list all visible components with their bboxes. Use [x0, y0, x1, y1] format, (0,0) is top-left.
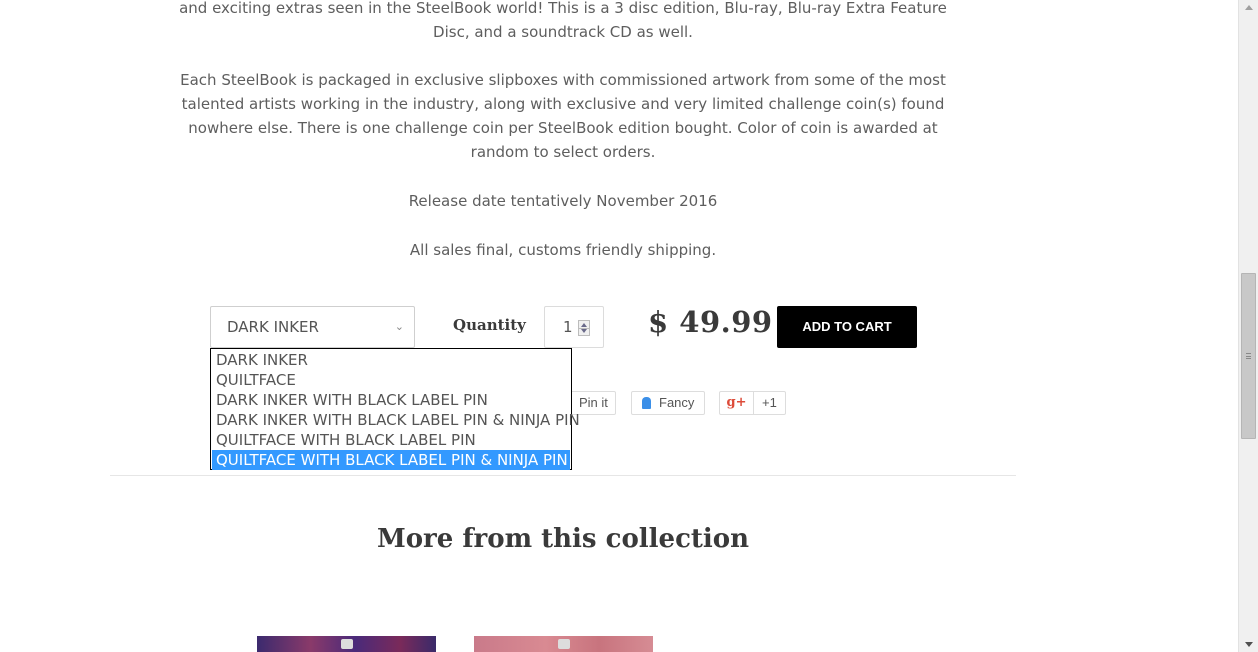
- add-to-cart-button[interactable]: ADD TO CART: [777, 306, 917, 348]
- google-plus-button[interactable]: g+ +1: [719, 391, 786, 415]
- description-paragraph-packaging: Each SteelBook is packaged in exclusive …: [180, 71, 946, 161]
- scroll-up-arrow-icon[interactable]: [1245, 5, 1253, 10]
- variant-option[interactable]: QUILTFACE: [211, 370, 571, 390]
- variant-option[interactable]: DARK INKER WITH BLACK LABEL PIN: [211, 390, 571, 410]
- variant-select[interactable]: DARK INKER ⌄: [210, 306, 415, 348]
- google-plus-count: +1: [762, 395, 777, 410]
- fancy-button[interactable]: Fancy: [631, 391, 705, 415]
- spin-up-icon[interactable]: [581, 323, 587, 327]
- grip-icon: [1246, 353, 1251, 359]
- description-paragraph-intro: and exciting extras seen in the SteelBoo…: [179, 0, 947, 41]
- variant-select-value: DARK INKER: [227, 318, 319, 336]
- fancy-label: Fancy: [659, 395, 695, 410]
- pin-it-label: Pin it: [579, 395, 608, 410]
- spin-down-icon[interactable]: [581, 329, 587, 333]
- description-sales-terms: All sales final, customs friendly shippi…: [409, 241, 717, 259]
- product-badge-icon: [341, 639, 353, 649]
- description-release-date: Release date tentatively November 2016: [408, 192, 718, 210]
- variant-option-highlighted[interactable]: QUILTFACE WITH BLACK LABEL PIN & NINJA P…: [212, 450, 570, 470]
- variant-option[interactable]: QUILTFACE WITH BLACK LABEL PIN: [211, 430, 571, 450]
- page-scrollbar[interactable]: [1238, 0, 1258, 652]
- variant-option[interactable]: DARK INKER WITH BLACK LABEL PIN & NINJA …: [211, 410, 580, 430]
- collection-title: More from this collection: [376, 524, 750, 554]
- quantity-stepper[interactable]: 1: [544, 306, 604, 348]
- collection-product-thumbnail[interactable]: [257, 636, 436, 652]
- variant-option[interactable]: DARK INKER: [211, 350, 571, 370]
- scrollbar-thumb[interactable]: [1241, 273, 1256, 439]
- quantity-label: Quantity: [453, 316, 526, 334]
- product-price: $ 49.99: [648, 305, 773, 339]
- quantity-spinner[interactable]: [578, 320, 590, 336]
- variant-dropdown-list[interactable]: DARK INKER QUILTFACE DARK INKER WITH BLA…: [210, 348, 580, 470]
- section-divider: [110, 475, 1016, 476]
- fancy-icon: [642, 397, 651, 409]
- product-badge-icon: [558, 639, 570, 649]
- google-plus-icon: g+: [720, 392, 754, 414]
- scroll-down-arrow-icon[interactable]: [1245, 642, 1253, 647]
- collection-product-thumbnail[interactable]: [474, 636, 653, 652]
- chevron-down-icon: ⌄: [394, 320, 404, 333]
- quantity-value[interactable]: 1: [563, 318, 573, 336]
